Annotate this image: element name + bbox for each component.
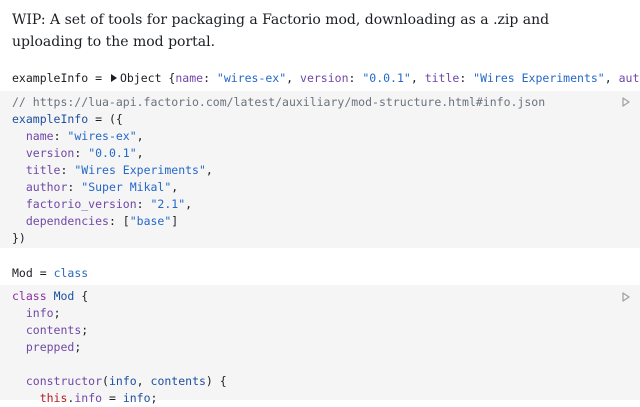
output-mod[interactable]: Mod = class — [12, 265, 640, 281]
code-string: "base" — [129, 214, 172, 228]
code-class-name: Mod — [53, 289, 75, 303]
code-decl-name: exampleInfo — [12, 112, 89, 126]
code-editor[interactable]: class Mod { info; contents; prepped; con… — [0, 285, 640, 407]
output-key: version — [300, 71, 349, 85]
code-prop: info — [74, 391, 103, 405]
output-class-value: class — [53, 266, 89, 280]
code-cell-mod[interactable]: class Mod { info; contents; prepped; con… — [0, 285, 640, 405]
output-key: title — [424, 71, 460, 85]
code-ident: info — [122, 391, 151, 405]
code-key: name — [25, 129, 54, 143]
code-string: "Wires Experiments" — [74, 163, 206, 177]
expand-caret-icon[interactable] — [110, 74, 117, 82]
code-key: title — [25, 163, 61, 177]
code-constructor: constructor — [25, 374, 103, 388]
code-field: prepped — [25, 340, 75, 354]
output-value: "wires-ex" — [216, 71, 287, 85]
code-editor[interactable]: // https://lua-api.factorio.com/latest/a… — [0, 91, 640, 247]
output-var-name: exampleInfo — [12, 71, 89, 85]
code-cell-exampleinfo[interactable]: // https://lua-api.factorio.com/latest/a… — [0, 91, 640, 248]
run-cell-icon[interactable] — [622, 292, 630, 302]
output-key: author — [618, 71, 640, 85]
intro-text: WIP: A set of tools for packaging a Fact… — [12, 12, 550, 50]
code-param: contents — [150, 374, 206, 388]
code-string: "Super Mikal" — [81, 180, 172, 194]
code-key: author — [25, 180, 68, 194]
output-value: "Wires Experiments" — [473, 71, 605, 85]
code-string: "wires-ex" — [67, 129, 137, 143]
code-keyword: class — [12, 289, 47, 303]
code-field: info — [25, 306, 54, 320]
output-var-name: Mod — [12, 266, 33, 280]
code-key: version — [25, 146, 75, 160]
output-key: name — [175, 71, 204, 85]
code-param: info — [108, 374, 137, 388]
output-exampleinfo[interactable]: exampleInfo = Object {name: "wires-ex", … — [12, 70, 640, 86]
code-string: "0.0.1" — [88, 146, 137, 160]
code-field: contents — [25, 323, 82, 337]
code-this: this — [39, 391, 68, 405]
code-comment: // https://lua-api.factorio.com/latest/a… — [12, 95, 546, 109]
run-cell-icon[interactable] — [622, 97, 630, 107]
output-value: "0.0.1" — [362, 71, 411, 85]
output-type: Object — [119, 71, 162, 85]
code-string: "2.1" — [150, 197, 186, 211]
code-key: factorio_version — [25, 197, 137, 211]
code-key: dependencies — [25, 214, 109, 228]
